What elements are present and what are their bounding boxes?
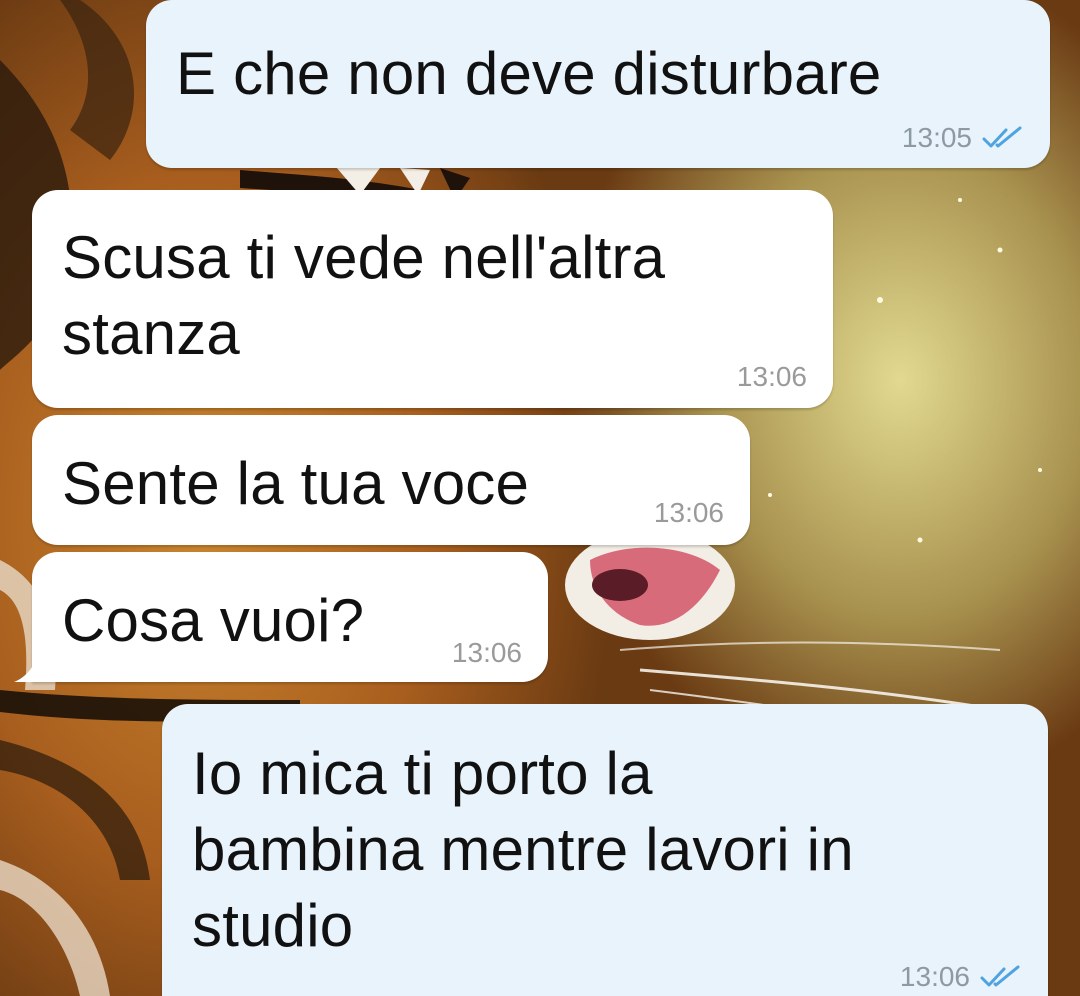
message-meta: 13:05 (902, 123, 1024, 153)
message-time: 13:06 (451, 637, 522, 668)
message-bubble-incoming[interactable]: Sente la tua voce 13:06 (32, 415, 750, 545)
message-text: E che non deve disturbare (176, 40, 882, 107)
message-time: 13:06 (736, 361, 807, 392)
message-meta: 13:06 (737, 362, 807, 392)
double-check-read-icon (982, 126, 1022, 148)
message-meta: 13:06 (452, 638, 522, 668)
message-bubble-incoming[interactable]: Cosa vuoi? 13:06 (32, 552, 548, 682)
message-bubble-outgoing[interactable]: E che non deve disturbare 13:05 (146, 0, 1050, 168)
message-time: 13:06 (653, 497, 724, 528)
message-bubble-outgoing[interactable]: Io mica ti porto la bambina mentre lavor… (162, 704, 1048, 996)
bubble-tail (14, 656, 38, 682)
message-bubble-incoming[interactable]: Scusa ti vede nell'altra stanza 13:06 (32, 190, 833, 408)
double-check-read-icon (980, 965, 1020, 987)
message-text: Io mica ti porto la bambina mentre lavor… (192, 740, 854, 959)
message-text: Scusa ti vede nell'altra stanza (62, 224, 666, 367)
message-time: 13:05 (901, 122, 972, 153)
message-time: 13:06 (899, 961, 970, 992)
message-meta: 13:06 (654, 498, 724, 528)
message-meta: 13:06 (900, 962, 1022, 992)
message-text: Cosa vuoi? (62, 587, 365, 654)
message-text: Sente la tua voce (62, 450, 530, 517)
